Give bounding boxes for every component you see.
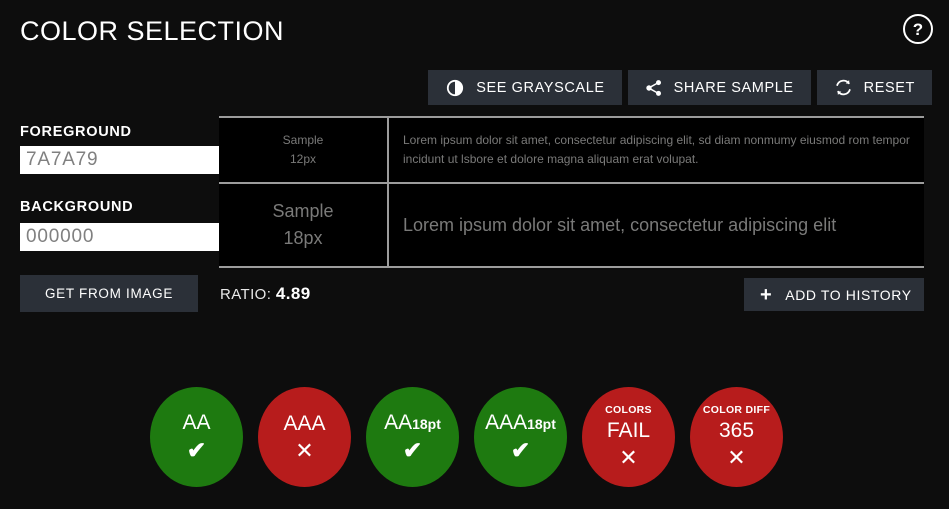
ratio-label: RATIO: (220, 286, 272, 303)
badge-main-label: AA (182, 411, 211, 434)
page-title: COLOR SELECTION (20, 16, 285, 46)
badge-main-label: AAA18pt (485, 411, 556, 434)
cross-icon: ✕ (727, 444, 746, 470)
background-row (20, 223, 303, 251)
add-to-history-button[interactable]: + ADD TO HISTORY (744, 278, 924, 311)
badge-main-label: AA18pt (384, 411, 441, 434)
badge-color-diff[interactable]: COLOR DIFF 365 ✕ (690, 387, 783, 487)
contrast-icon (445, 78, 465, 98)
badge-main-label: AAA (283, 411, 326, 435)
sample-size-label: Sample (272, 201, 334, 221)
badge-main-label: FAIL (606, 418, 651, 442)
see-grayscale-button[interactable]: SEE GRAYSCALE (428, 70, 622, 105)
cross-icon: ✕ (619, 444, 638, 470)
share-sample-button[interactable]: SHARE SAMPLE (627, 70, 811, 105)
sample-size-value: 12px (289, 152, 317, 166)
compliance-badges: AA ✔ AAA ✕ AA18pt ✔ AAA18pt ✔ COLORS FAIL ✕ COLOR D… (150, 387, 783, 487)
background-label: BACKGROUND (20, 199, 134, 215)
cross-icon: ✕ (295, 437, 314, 463)
toolbar: SEE GRAYSCALE SHARE SAMPLE RESET (428, 70, 932, 105)
share-icon (645, 79, 663, 97)
sample-size-value: 18px (283, 228, 323, 248)
add-to-history-label: ADD TO HISTORY (785, 286, 912, 303)
badge-colors[interactable]: COLORS FAIL ✕ (582, 387, 675, 487)
get-from-image-button[interactable]: GET FROM IMAGE (20, 275, 198, 312)
foreground-label: FOREGROUND (20, 124, 132, 140)
sample-text-cell: Lorem ipsum dolor sit amet, consectetur … (389, 184, 924, 266)
badge-aa-18pt[interactable]: AA18pt ✔ (366, 387, 459, 487)
badge-aaa[interactable]: AAA ✕ (258, 387, 351, 487)
sample-preview-panel: Sample 12px Lorem ipsum dolor sit amet, … (219, 116, 924, 268)
reset-button[interactable]: RESET (816, 70, 932, 105)
see-grayscale-label: SEE GRAYSCALE (476, 79, 605, 96)
sample-row: Sample 18px Lorem ipsum dolor sit amet, … (219, 184, 924, 266)
badge-caption: COLORS (605, 404, 652, 417)
refresh-icon (834, 78, 853, 97)
check-icon: ✔ (510, 437, 531, 463)
badge-sub-label: 18pt (527, 416, 556, 432)
check-icon: ✔ (186, 437, 207, 463)
sample-size-cell: Sample 18px (219, 184, 389, 266)
badge-caption: COLOR DIFF (702, 404, 771, 417)
help-glyph: ? (912, 19, 924, 39)
share-sample-label: SHARE SAMPLE (673, 79, 794, 96)
color-selection-app: COLOR SELECTION ? SEE GRAYSCALE SHARE SA… (0, 0, 949, 509)
help-circle-icon[interactable]: ? (903, 14, 933, 44)
badge-aaa-18pt[interactable]: AAA18pt ✔ (474, 387, 567, 487)
contrast-ratio: RATIO: 4.89 (220, 284, 311, 304)
badge-aa[interactable]: AA ✔ (150, 387, 243, 487)
sample-text: Lorem ipsum dolor sit amet, consectetur … (403, 133, 910, 166)
sample-text-cell: Lorem ipsum dolor sit amet, consectetur … (389, 118, 924, 182)
reset-label: RESET (863, 79, 915, 96)
ratio-value: 4.89 (275, 284, 311, 303)
sample-size-cell: Sample 12px (219, 118, 389, 182)
foreground-row (20, 146, 303, 174)
badge-main-label: 365 (718, 418, 755, 442)
sample-size-label: Sample (282, 133, 324, 148)
sample-row: Sample 12px Lorem ipsum dolor sit amet, … (219, 118, 924, 184)
badge-sub-label: 18pt (412, 416, 441, 432)
check-icon: ✔ (402, 437, 423, 463)
sample-text: Lorem ipsum dolor sit amet, consectetur … (403, 214, 837, 235)
plus-icon: + (760, 283, 773, 306)
